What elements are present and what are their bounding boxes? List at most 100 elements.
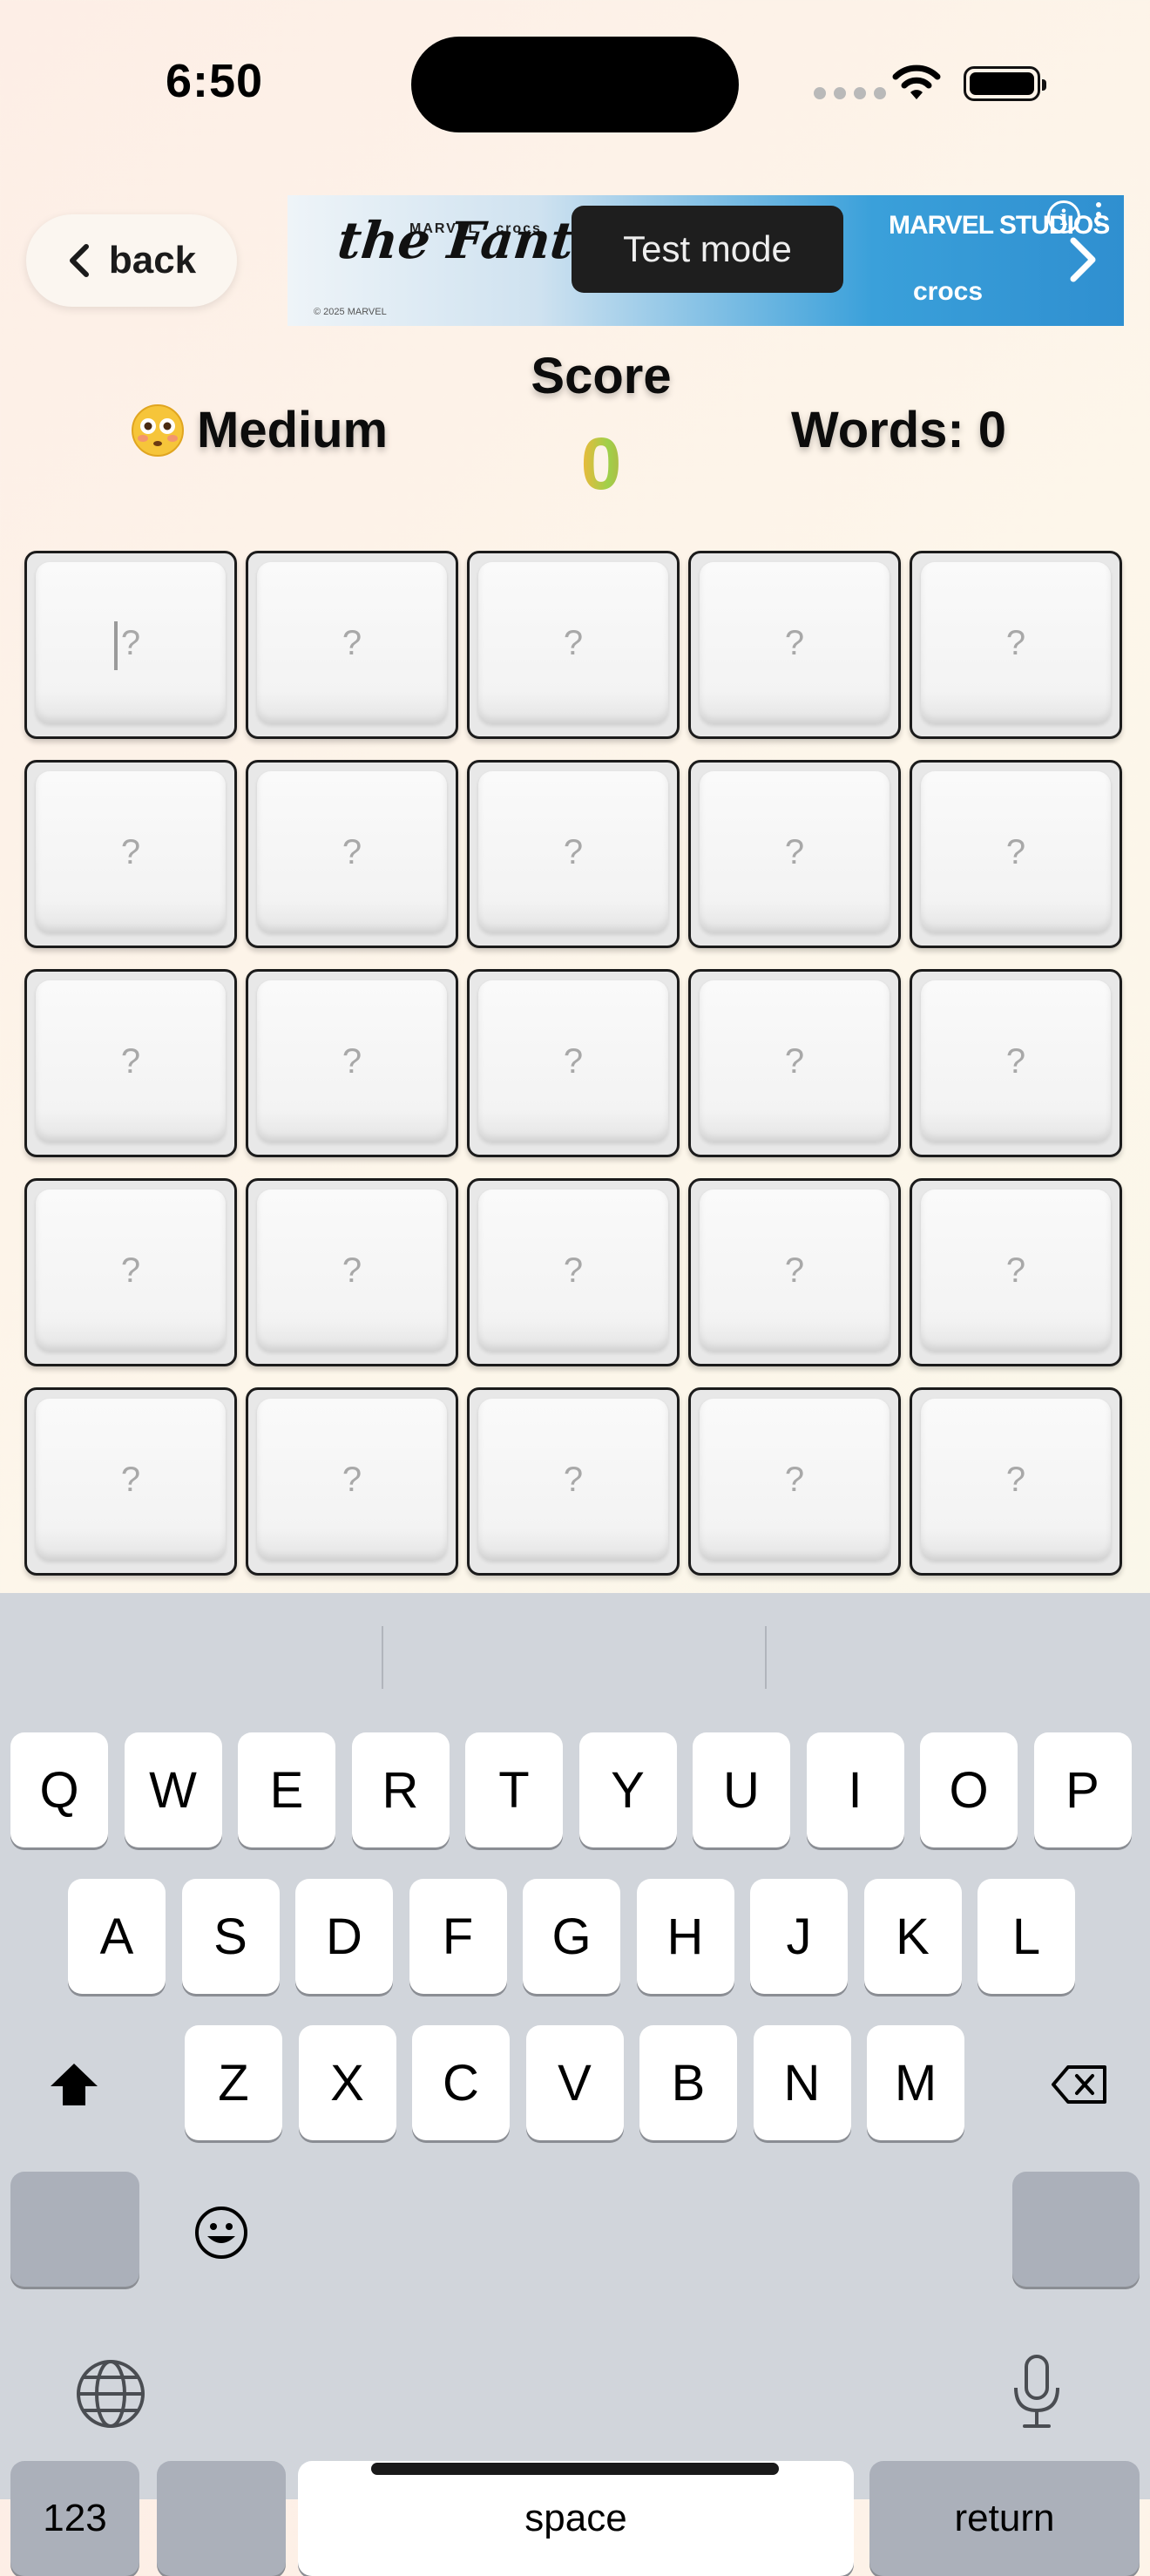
grid-cell[interactable]: ? bbox=[910, 1178, 1122, 1366]
grid-cell[interactable]: ? bbox=[467, 1178, 680, 1366]
words-count: Words: 0 bbox=[791, 402, 1007, 458]
score-label: Score bbox=[531, 348, 672, 404]
cell-placeholder: ? bbox=[921, 1399, 1111, 1561]
cell-placeholder: ? bbox=[700, 771, 890, 933]
key-n[interactable]: N bbox=[753, 2025, 851, 2140]
grid-cell[interactable]: ? bbox=[24, 1178, 237, 1366]
key-z[interactable]: Z bbox=[185, 2025, 282, 2140]
grid-cell[interactable]: ? bbox=[688, 1178, 901, 1366]
key-k[interactable]: K bbox=[863, 1879, 962, 1994]
cell-placeholder: ? bbox=[257, 980, 447, 1142]
keyboard: 123 space return QWERTYUIOP ASDFGHJKL ZXCV… bbox=[0, 1593, 1150, 2576]
key-p[interactable]: P bbox=[1033, 1732, 1132, 1847]
key-q[interactable]: Q bbox=[10, 1732, 108, 1847]
grid-cell[interactable]: ? bbox=[246, 760, 458, 948]
grid-cell[interactable]: ? bbox=[24, 551, 237, 739]
cell-placeholder: ? bbox=[478, 1190, 668, 1352]
key-delete[interactable] bbox=[1012, 2172, 1140, 2287]
grid-cell[interactable]: ? bbox=[246, 1178, 458, 1366]
cell-placeholder: ? bbox=[700, 562, 890, 724]
key-b[interactable]: B bbox=[639, 2025, 737, 2140]
emoji-icon bbox=[195, 2207, 247, 2259]
wifi-icon bbox=[892, 64, 941, 99]
grid-cell[interactable]: ? bbox=[246, 969, 458, 1157]
cell-placeholder: ? bbox=[478, 562, 668, 724]
delete-icon bbox=[1052, 2065, 1106, 2104]
key-r[interactable]: R bbox=[351, 1732, 450, 1847]
key-l[interactable]: L bbox=[978, 1879, 1075, 1994]
key-e[interactable]: E bbox=[238, 1732, 335, 1847]
grid-cell[interactable]: ? bbox=[467, 551, 680, 739]
grid-cell[interactable]: ? bbox=[910, 969, 1122, 1157]
score-value: 0 bbox=[531, 422, 671, 506]
chevron-left-icon bbox=[69, 244, 89, 277]
grid-cell[interactable]: ? bbox=[246, 551, 458, 739]
status-time: 6:50 bbox=[166, 55, 264, 107]
ad-info-icon[interactable]: i bbox=[1047, 200, 1080, 234]
grid-cell[interactable]: ? bbox=[688, 551, 901, 739]
cell-placeholder: ? bbox=[36, 1190, 226, 1352]
ad-banner[interactable]: MARVEL · crocs the Fantastic 4 © 2025 MA… bbox=[288, 195, 1124, 326]
key-o[interactable]: O bbox=[920, 1732, 1018, 1847]
grid-cell[interactable]: ? bbox=[910, 551, 1122, 739]
cell-placeholder: ? bbox=[478, 980, 668, 1142]
key-numbers[interactable]: 123 bbox=[10, 2461, 139, 2576]
grid-cell[interactable]: ? bbox=[24, 760, 237, 948]
key-return[interactable]: return bbox=[869, 2461, 1140, 2576]
grid-cell[interactable]: ? bbox=[910, 1387, 1122, 1576]
key-x[interactable]: X bbox=[298, 2025, 396, 2140]
key-a[interactable]: A bbox=[68, 1879, 166, 1994]
grid-cell[interactable]: ? bbox=[688, 1387, 901, 1576]
cell-placeholder: ? bbox=[36, 562, 226, 724]
cell-placeholder: ? bbox=[257, 1190, 447, 1352]
key-y[interactable]: Y bbox=[578, 1732, 677, 1847]
back-label: back bbox=[108, 239, 197, 281]
grid-cell[interactable]: ? bbox=[467, 1387, 680, 1576]
grid-cell[interactable]: ? bbox=[467, 760, 680, 948]
microphone-icon[interactable] bbox=[1011, 2353, 1063, 2430]
ad-fine-print: © 2025 MARVEL bbox=[314, 307, 387, 317]
cell-placeholder: ? bbox=[700, 1399, 890, 1561]
key-space[interactable]: space bbox=[298, 2461, 854, 2576]
dynamic-island bbox=[411, 37, 739, 132]
key-i[interactable]: I bbox=[806, 1732, 904, 1847]
grid-cell[interactable]: ? bbox=[467, 969, 680, 1157]
key-t[interactable]: T bbox=[465, 1732, 563, 1847]
grid-cell[interactable]: ? bbox=[688, 969, 901, 1157]
grid-cell[interactable]: ? bbox=[24, 1387, 237, 1576]
text-caret bbox=[114, 621, 118, 670]
globe-icon[interactable] bbox=[75, 2358, 146, 2430]
key-u[interactable]: U bbox=[693, 1732, 790, 1847]
difficulty-indicator: Medium bbox=[131, 401, 388, 459]
ad-menu-icon[interactable] bbox=[1096, 202, 1101, 227]
back-button[interactable]: back bbox=[26, 214, 237, 307]
key-c[interactable]: C bbox=[412, 2025, 510, 2140]
signal-dots-icon bbox=[814, 87, 886, 99]
key-w[interactable]: W bbox=[124, 1732, 222, 1847]
grid-cell[interactable]: ? bbox=[246, 1387, 458, 1576]
cell-placeholder: ? bbox=[700, 1190, 890, 1352]
key-shift[interactable] bbox=[10, 2172, 139, 2287]
key-v[interactable]: V bbox=[525, 2025, 624, 2140]
grid-cell[interactable]: ? bbox=[24, 969, 237, 1157]
cell-placeholder: ? bbox=[921, 771, 1111, 933]
cell-placeholder: ? bbox=[257, 1399, 447, 1561]
key-j[interactable]: J bbox=[750, 1879, 848, 1994]
ad-chevron-right-icon[interactable] bbox=[1061, 234, 1105, 286]
cell-placeholder: ? bbox=[700, 980, 890, 1142]
cell-placeholder: ? bbox=[257, 771, 447, 933]
flushed-face-icon bbox=[132, 403, 184, 457]
grid-cell[interactable]: ? bbox=[910, 760, 1122, 948]
key-h[interactable]: H bbox=[636, 1879, 734, 1994]
key-m[interactable]: M bbox=[867, 2025, 964, 2140]
key-s[interactable]: S bbox=[181, 1879, 280, 1994]
suggestion-divider bbox=[765, 1626, 767, 1689]
suggestion-divider bbox=[382, 1626, 383, 1689]
key-emoji[interactable] bbox=[157, 2461, 286, 2576]
key-d[interactable]: D bbox=[295, 1879, 393, 1994]
key-g[interactable]: G bbox=[523, 1879, 620, 1994]
grid-cell[interactable]: ? bbox=[688, 760, 901, 948]
key-f[interactable]: F bbox=[409, 1879, 507, 1994]
cell-placeholder: ? bbox=[257, 562, 447, 724]
cell-placeholder: ? bbox=[921, 980, 1111, 1142]
